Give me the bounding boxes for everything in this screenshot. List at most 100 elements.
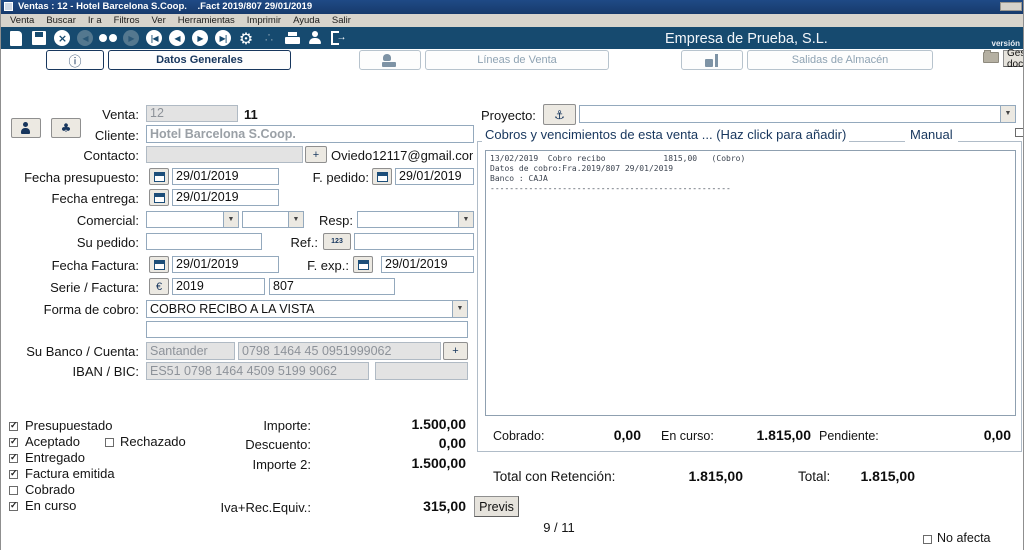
checkbox-rechazado[interactable] [105, 438, 114, 447]
new-document-icon[interactable] [7, 29, 25, 47]
window-controls[interactable] [1000, 2, 1022, 11]
fecha-entrega-input[interactable]: 29/01/2019 [172, 189, 279, 206]
chevron-down-icon[interactable]: ▼ [452, 301, 467, 317]
menu-buscar[interactable]: Buscar [41, 15, 81, 26]
chevron-down-icon[interactable]: ▼ [1000, 106, 1015, 122]
venta-label: Venta: [1, 107, 139, 122]
plus-icon: + [452, 345, 458, 357]
factura-input[interactable]: 807 [269, 278, 395, 295]
euro-button[interactable]: € [149, 278, 169, 295]
total-value: 1.815,00 [825, 468, 915, 484]
checkbox-cobrado[interactable] [9, 486, 18, 495]
add-bank-button[interactable]: + [443, 342, 468, 360]
title-bar: Ventas : 12 - Hotel Barcelona S.Coop. .F… [1, 0, 1024, 14]
search-binoculars-icon[interactable] [99, 29, 117, 47]
ref-123-button[interactable]: 123 [323, 233, 351, 250]
app-icon [4, 2, 13, 11]
fecha-presupuesto-input[interactable]: 29/01/2019 [172, 168, 279, 185]
checkbox-factura-emitida[interactable] [9, 470, 18, 479]
fecha-entrega-calendar-button[interactable] [149, 189, 169, 206]
tab-datos-generales[interactable]: Datos Generales [108, 50, 291, 70]
f-exp-calendar-button[interactable] [353, 256, 373, 273]
last-record-icon[interactable]: ▶| [214, 29, 232, 47]
previs-button[interactable]: Previs [474, 496, 519, 517]
next-record-icon[interactable]: ▶ [191, 29, 209, 47]
checkbox-entregado[interactable] [9, 454, 18, 463]
proyecto-button[interactable]: ⚓ [543, 104, 576, 125]
iban-input[interactable]: ES51 0798 1464 4509 5199 9062 [146, 362, 369, 380]
cliente-input[interactable]: Hotel Barcelona S.Coop. [146, 125, 474, 143]
menu-ir-a[interactable]: Ir a [83, 15, 107, 26]
ref-input[interactable] [354, 233, 474, 250]
banco-input[interactable]: Santander [146, 342, 235, 360]
checkbox-aceptado[interactable] [9, 438, 18, 447]
menu-ver[interactable]: Ver [147, 15, 171, 26]
menu-salir[interactable]: Salir [327, 15, 356, 26]
checkbox-presupuestado[interactable] [9, 422, 18, 431]
tab-lineas-venta-icon-button[interactable] [359, 50, 421, 70]
cuenta-input[interactable]: 0798 1464 45 0951999062 [238, 342, 441, 360]
proyecto-select[interactable]: ▼ [579, 105, 1016, 123]
redo-icon[interactable]: ▶ [122, 29, 140, 47]
tab-salidas-almacen-icon-button[interactable] [681, 50, 743, 70]
importe-value: 1.500,00 [331, 416, 466, 432]
tab-datos-generales-icon-button[interactable]: ⓘ [46, 50, 104, 70]
cobro-line[interactable]: Banco : CAJA [490, 174, 1011, 184]
resp-select[interactable]: ▼ [357, 211, 474, 228]
share-icon[interactable]: ∴ [260, 29, 278, 47]
comercial-select[interactable]: ▼ [146, 211, 239, 228]
f-pedido-calendar-button[interactable] [372, 168, 392, 185]
comercial2-select[interactable]: ▼ [242, 211, 304, 228]
print-icon[interactable] [283, 29, 301, 47]
calendar-icon [154, 172, 165, 182]
contacto-input[interactable] [146, 146, 303, 163]
undo-icon[interactable]: ◀ [76, 29, 94, 47]
menu-ayuda[interactable]: Ayuda [288, 15, 325, 26]
add-contact-button[interactable]: + [305, 146, 327, 163]
chevron-down-icon[interactable]: ▼ [223, 212, 238, 227]
tab-salidas-almacen[interactable]: Salidas de Almacén [747, 50, 933, 70]
menu-filtros[interactable]: Filtros [109, 15, 145, 26]
tab-label: Salidas de Almacén [792, 54, 889, 66]
tab-lineas-venta[interactable]: Líneas de Venta [425, 50, 609, 70]
menu-herramientas[interactable]: Herramientas [173, 15, 240, 26]
save-icon[interactable] [30, 29, 48, 47]
menu-bar: Venta Buscar Ir a Filtros Ver Herramient… [1, 14, 1024, 27]
chevron-down-icon[interactable]: ▼ [458, 212, 473, 227]
cobros-listbox[interactable]: 13/02/2019 Cobro recibo 1815,00 (Cobro) … [485, 150, 1016, 416]
forma-cobro2-input[interactable] [146, 321, 468, 338]
checkbox-no-afecta[interactable] [923, 535, 932, 544]
bic-input[interactable] [375, 362, 468, 380]
checkbox-factura-emitida-label: Factura emitida [25, 466, 115, 481]
cobro-line[interactable]: ----------------------------------------… [490, 184, 1011, 194]
cobro-line[interactable]: Datos de cobro:Fra.2019/807 29/01/2019 [490, 164, 1011, 174]
fecha-presupuesto-calendar-button[interactable] [149, 168, 169, 185]
checkbox-en-curso[interactable] [9, 502, 18, 511]
serie-factura-label: Serie / Factura: [1, 280, 139, 295]
prev-record-icon[interactable]: ◀ [168, 29, 186, 47]
cobros-fieldset-title[interactable]: Cobros y vencimientos de esta venta ... … [482, 127, 849, 142]
su-pedido-input[interactable] [146, 233, 262, 250]
cancel-icon[interactable]: × [53, 29, 71, 47]
cobro-line[interactable]: 13/02/2019 Cobro recibo 1815,00 (Cobro) [490, 154, 1011, 164]
f-pedido-input[interactable]: 29/01/2019 [395, 168, 474, 185]
contacto-label: Contacto: [1, 148, 139, 163]
fecha-factura-calendar-button[interactable] [149, 256, 169, 273]
venta-input[interactable]: 12 [146, 105, 238, 122]
forma-cobro-select[interactable]: COBRO RECIBO A LA VISTA▼ [146, 300, 468, 318]
project-anchor-icon: ⚓ [554, 108, 565, 122]
checkbox-manual[interactable] [1015, 128, 1024, 137]
menu-venta[interactable]: Venta [5, 15, 39, 26]
gestion-documental-button[interactable]: Gestión documental [1003, 50, 1024, 67]
user-icon[interactable] [306, 29, 324, 47]
exit-icon[interactable] [329, 29, 347, 47]
f-exp-input[interactable]: 29/01/2019 [381, 256, 474, 273]
menu-imprimir[interactable]: Imprimir [242, 15, 286, 26]
settings-gear-icon[interactable]: ⚙ [237, 29, 255, 47]
serie-input[interactable]: 2019 [172, 278, 265, 295]
ref-label: Ref.: [271, 235, 318, 250]
company-name: Empresa de Prueba, S.L. [665, 31, 828, 47]
descuento-value: 0,00 [331, 435, 466, 451]
fecha-factura-input[interactable]: 29/01/2019 [172, 256, 279, 273]
first-record-icon[interactable]: |◀ [145, 29, 163, 47]
